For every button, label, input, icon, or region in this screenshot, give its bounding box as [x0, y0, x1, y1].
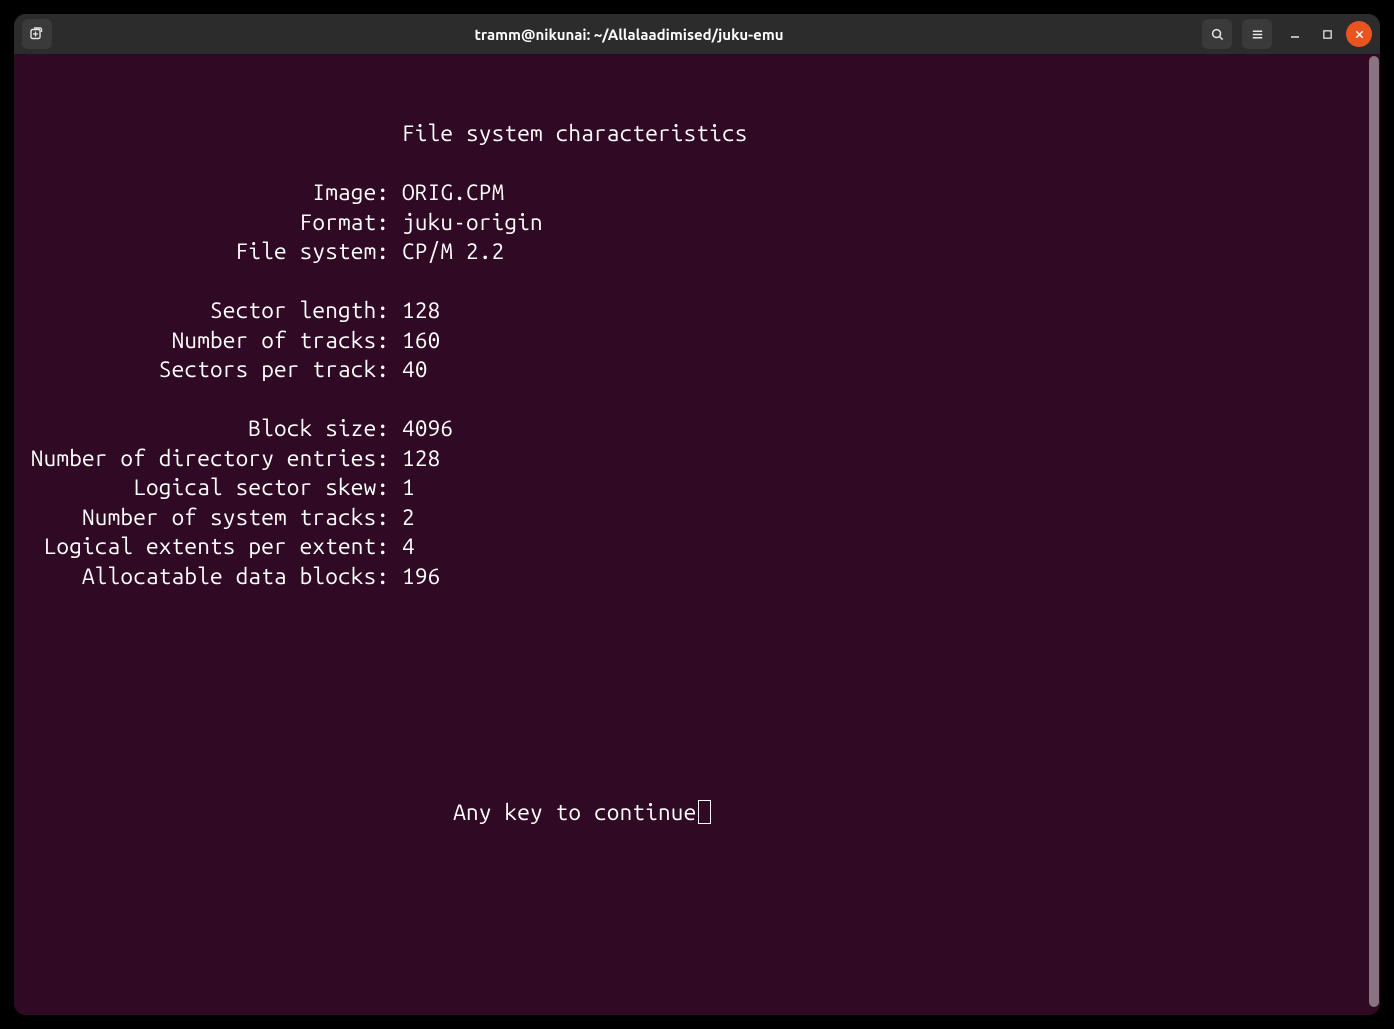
maximize-button[interactable] — [1314, 21, 1340, 47]
titlebar-left — [22, 19, 56, 49]
row-logical-extents: Logical extents per extent: 4 — [18, 534, 415, 559]
scrollbar-track[interactable] — [1368, 54, 1380, 1015]
search-icon — [1210, 27, 1225, 42]
close-button[interactable] — [1346, 21, 1372, 47]
new-tab-button[interactable] — [22, 19, 52, 49]
terminal-cursor — [698, 800, 711, 824]
terminal-content: File system characteristics Image: ORIG.… — [18, 119, 1376, 827]
row-sectors-per-track: Sectors per track: 40 — [18, 357, 428, 382]
scrollbar-thumb[interactable] — [1369, 56, 1379, 1007]
row-allocatable-data-blocks: Allocatable data blocks: 196 — [18, 564, 440, 589]
search-button[interactable] — [1202, 19, 1232, 49]
fs-characteristics-title: File system characteristics — [18, 121, 748, 146]
row-format: Format: juku-origin — [18, 210, 543, 235]
row-sector-length: Sector length: 128 — [18, 298, 440, 323]
window-title: tramm@nikunai: ~/Allalaadimised/juku-emu — [56, 26, 1202, 43]
row-logical-sector-skew: Logical sector skew: 1 — [18, 475, 415, 500]
terminal-window: tramm@nikunai: ~/Allalaadimised/juku-emu — [14, 14, 1380, 1015]
hamburger-menu-icon — [1250, 27, 1265, 42]
row-system-tracks: Number of system tracks: 2 — [18, 505, 415, 530]
terminal-viewport[interactable]: File system characteristics Image: ORIG.… — [14, 54, 1380, 1015]
maximize-icon — [1322, 29, 1333, 40]
minimize-button[interactable] — [1282, 21, 1308, 47]
titlebar-right — [1202, 19, 1372, 49]
continue-prompt: Any key to continue — [18, 800, 696, 825]
row-number-of-tracks: Number of tracks: 160 — [18, 328, 440, 353]
close-icon — [1354, 29, 1365, 40]
minimize-icon — [1289, 28, 1301, 40]
row-block-size: Block size: 4096 — [18, 416, 453, 441]
titlebar: tramm@nikunai: ~/Allalaadimised/juku-emu — [14, 14, 1380, 54]
row-image: Image: ORIG.CPM — [18, 180, 504, 205]
row-file-system: File system: CP/M 2.2 — [18, 239, 504, 264]
new-tab-icon — [29, 26, 45, 42]
row-directory-entries: Number of directory entries: 128 — [18, 446, 440, 471]
menu-button[interactable] — [1242, 19, 1272, 49]
